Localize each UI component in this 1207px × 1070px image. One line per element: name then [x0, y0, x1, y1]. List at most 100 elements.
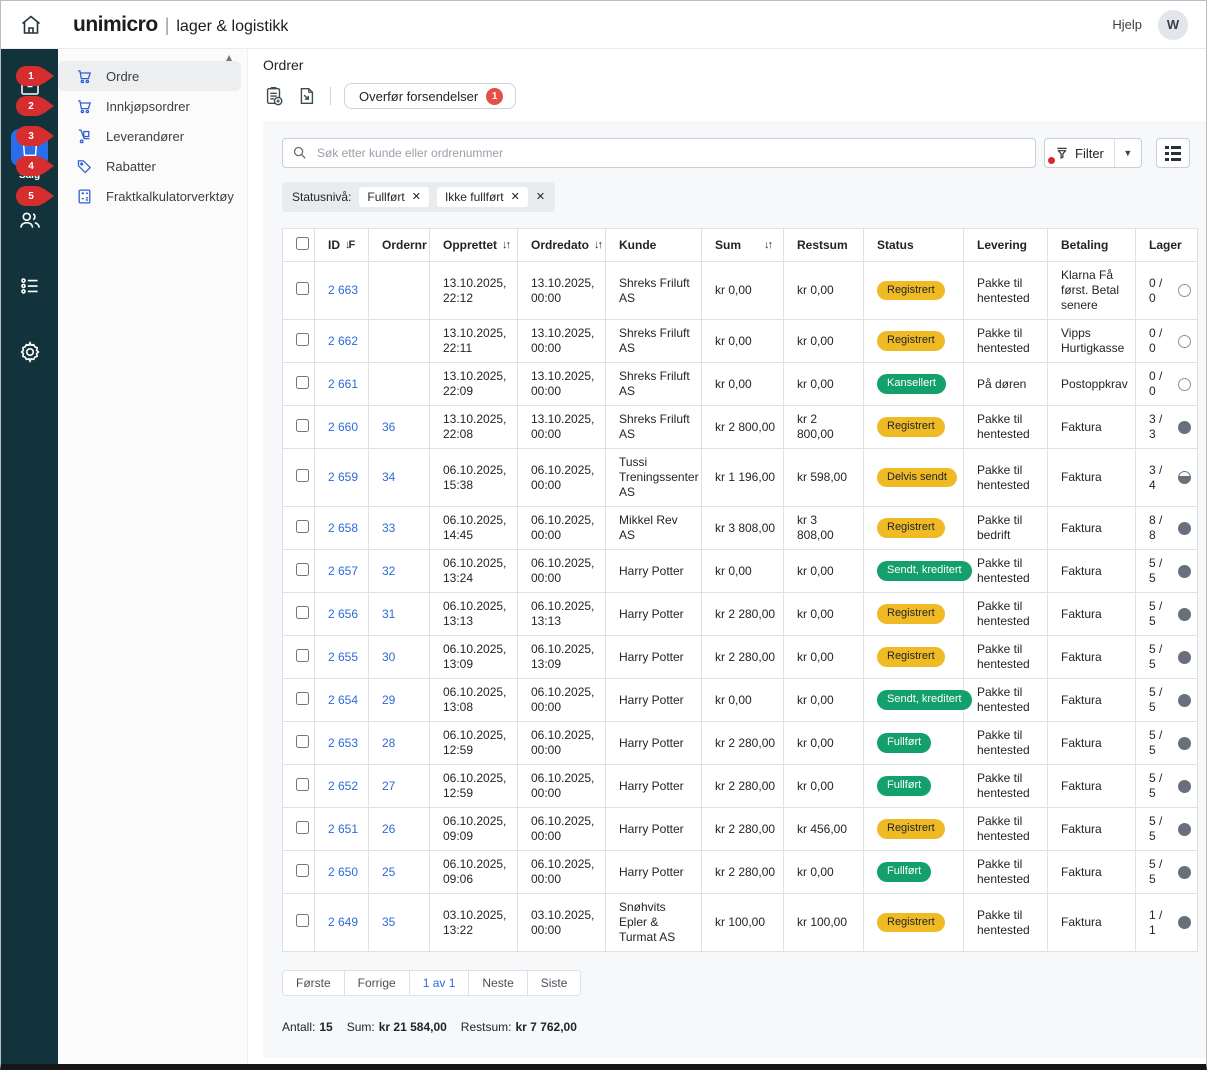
remove-chip-icon[interactable]: ✕: [511, 192, 520, 203]
pagination-next-button[interactable]: Neste: [469, 971, 527, 995]
row-checkbox[interactable]: [296, 376, 309, 389]
row-checkbox[interactable]: [296, 914, 309, 927]
column-header-betaling[interactable]: Betaling: [1048, 229, 1136, 262]
ordernr-link[interactable]: 25: [382, 865, 395, 879]
column-header-status[interactable]: Status: [864, 229, 964, 262]
row-checkbox[interactable]: [296, 692, 309, 705]
rail-item-lists[interactable]: [8, 273, 52, 299]
avatar[interactable]: W: [1158, 10, 1188, 40]
ordernr-link[interactable]: 32: [382, 564, 395, 578]
row-checkbox[interactable]: [296, 469, 309, 482]
row-checkbox[interactable]: [296, 606, 309, 619]
sidebar-item-fraktkalkulatorverkt-y[interactable]: 5Fraktkalkulatorverktøy: [58, 181, 241, 211]
order-id-link[interactable]: 2 652: [328, 779, 358, 793]
search-input[interactable]: [282, 138, 1036, 168]
sort-arrows-icon[interactable]: ↓↑: [764, 239, 771, 251]
ordernr-link[interactable]: 35: [382, 915, 395, 929]
column-header-content: Lager: [1149, 238, 1191, 252]
row-checkbox-cell: [283, 722, 315, 765]
column-header-opprettet[interactable]: Opprettet ↓↑: [430, 229, 518, 262]
column-header-levering[interactable]: Levering: [964, 229, 1048, 262]
pagination-last-button[interactable]: Siste: [528, 971, 581, 995]
cell-kunde: Snøhvits Epler & Turmat AS: [606, 894, 702, 952]
order-id-link[interactable]: 2 659: [328, 470, 358, 484]
sidebar-item-label: Ordre: [106, 69, 139, 84]
order-id-link[interactable]: 2 658: [328, 521, 358, 535]
row-checkbox[interactable]: [296, 649, 309, 662]
cell-sum: kr 2 800,00: [702, 406, 784, 449]
ordernr-link[interactable]: 34: [382, 470, 395, 484]
stock-level-icon: [1178, 421, 1191, 434]
column-header-kunde[interactable]: Kunde: [606, 229, 702, 262]
sidebar-item-ordre[interactable]: 1Ordre: [58, 61, 241, 91]
filter-dropdown-caret[interactable]: ▼: [1115, 139, 1141, 167]
ordernr-link[interactable]: 27: [382, 779, 395, 793]
order-id-link[interactable]: 2 649: [328, 915, 358, 929]
ordernr-link[interactable]: 28: [382, 736, 395, 750]
row-checkbox[interactable]: [296, 864, 309, 877]
order-id-link[interactable]: 2 656: [328, 607, 358, 621]
order-id-link[interactable]: 2 657: [328, 564, 358, 578]
new-order-icon[interactable]: [263, 85, 285, 107]
filter-button[interactable]: Filter: [1045, 139, 1115, 167]
row-checkbox[interactable]: [296, 735, 309, 748]
order-id-link[interactable]: 2 663: [328, 283, 358, 297]
column-header-label: Opprettet: [443, 238, 497, 252]
rail-item-contacts[interactable]: [8, 207, 52, 233]
column-header-id[interactable]: ID↓F: [315, 229, 369, 262]
ordernr-link[interactable]: 36: [382, 420, 395, 434]
select-all-checkbox[interactable]: [296, 237, 309, 250]
column-header-ordredato[interactable]: Ordredato↓↑: [518, 229, 606, 262]
pagination-current-page[interactable]: 1 av 1: [410, 971, 470, 995]
cell-id: 2 660: [315, 406, 369, 449]
column-header-lager[interactable]: Lager: [1136, 229, 1198, 262]
order-id-link[interactable]: 2 651: [328, 822, 358, 836]
column-header-sum[interactable]: Sum↓↑: [702, 229, 784, 262]
row-checkbox[interactable]: [296, 520, 309, 533]
order-id-link[interactable]: 2 653: [328, 736, 358, 750]
row-checkbox[interactable]: [296, 419, 309, 432]
order-id-link[interactable]: 2 662: [328, 334, 358, 348]
help-link[interactable]: Hjelp: [1112, 17, 1142, 32]
transfer-shipments-button[interactable]: Overfør forsendelser 1: [344, 83, 516, 109]
cell-status: Registrert: [864, 320, 964, 363]
row-checkbox[interactable]: [296, 778, 309, 791]
people-icon: [17, 207, 43, 233]
sort-arrows-icon[interactable]: ↓↑: [502, 239, 509, 251]
order-id-link[interactable]: 2 655: [328, 650, 358, 664]
pagination-prev-button[interactable]: Forrige: [345, 971, 410, 995]
sidebar-item-leverand-rer[interactable]: 3Leverandører: [58, 121, 241, 151]
row-checkbox[interactable]: [296, 821, 309, 834]
sidebar-item-rabatter[interactable]: 4Rabatter: [58, 151, 241, 181]
order-id-link[interactable]: 2 654: [328, 693, 358, 707]
ordernr-link[interactable]: 26: [382, 822, 395, 836]
order-id-link[interactable]: 2 650: [328, 865, 358, 879]
cell-ordernr: 25: [369, 851, 430, 894]
cell-opprettet: 13.10.2025, 22:11: [430, 320, 518, 363]
sidebar-item-innkj-psordrer[interactable]: 2Innkjøpsordrer: [58, 91, 241, 121]
ordernr-link[interactable]: 33: [382, 521, 395, 535]
ordernr-link[interactable]: 29: [382, 693, 395, 707]
pagination-first-button[interactable]: Første: [283, 971, 345, 995]
id-sort-icon[interactable]: ↓F: [345, 239, 353, 251]
rail-item-settings[interactable]: [8, 339, 52, 365]
column-header-restsum[interactable]: Restsum: [784, 229, 864, 262]
ordernr-link[interactable]: 30: [382, 650, 395, 664]
row-checkbox[interactable]: [296, 563, 309, 576]
home-icon[interactable]: [17, 11, 45, 39]
order-id-link[interactable]: 2 660: [328, 420, 358, 434]
table-row: 2 6532806.10.2025, 12:5906.10.2025, 00:0…: [283, 722, 1198, 765]
clear-all-filters-icon[interactable]: ✕: [536, 192, 545, 203]
status-filter-group: Statusnivå: Fullført✕Ikke fullført✕ ✕: [282, 182, 555, 212]
ordernr-link[interactable]: 31: [382, 607, 395, 621]
column-header-ordernr[interactable]: Ordernr: [369, 229, 430, 262]
order-id-link[interactable]: 2 661: [328, 377, 358, 391]
cell-status: Delvis sendt: [864, 449, 964, 507]
column-view-button[interactable]: [1156, 138, 1190, 168]
row-checkbox[interactable]: [296, 333, 309, 346]
column-header-check[interactable]: [283, 229, 315, 262]
sort-arrows-icon[interactable]: ↓↑: [594, 239, 601, 251]
row-checkbox[interactable]: [296, 282, 309, 295]
import-order-icon[interactable]: [295, 85, 317, 107]
remove-chip-icon[interactable]: ✕: [412, 192, 421, 203]
